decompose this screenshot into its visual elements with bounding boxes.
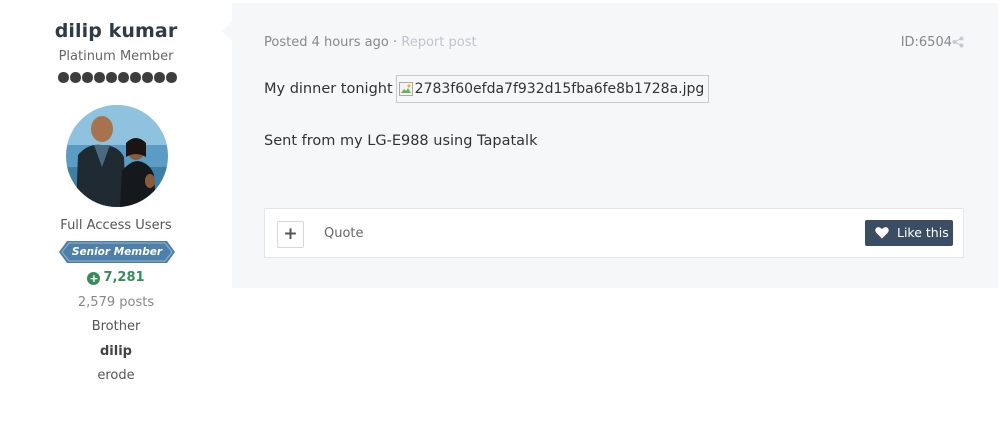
rank-pip: [118, 72, 129, 83]
avatar[interactable]: [66, 105, 168, 207]
posted-time[interactable]: Posted 4 hours ago: [264, 35, 389, 50]
plus-circle-icon: +: [87, 272, 101, 285]
rank-pip: [130, 72, 141, 83]
rank-pip: [82, 72, 93, 83]
rank-pip: [70, 72, 81, 83]
reputation-count[interactable]: +7,281: [0, 270, 232, 285]
rank-badge-label: Senior Member: [71, 246, 163, 258]
post-id[interactable]: ID:6504: [901, 35, 952, 50]
like-button-label: Like this: [897, 225, 949, 240]
post-count: 2,579 posts: [77, 295, 155, 310]
rank-badge: Senior Member: [59, 241, 175, 263]
rank-pip: [142, 72, 153, 83]
post-meta: Posted 4 hours ago · Report post: [264, 35, 477, 50]
profile-field-2: dilip: [100, 344, 132, 359]
quote-button[interactable]: Quote: [324, 226, 364, 241]
author-name[interactable]: dilip kumar: [0, 20, 232, 42]
author-panel: dilip kumar Platinum Member Full Access: [0, 0, 232, 421]
reputation-value: 7,281: [103, 270, 145, 285]
post-body-line-1: My dinner tonight 2783f60efda7f932d15fba…: [264, 75, 710, 103]
multiquote-button[interactable]: +: [277, 221, 304, 248]
rank-pips: [58, 72, 178, 86]
profile-field-1: Brother: [91, 319, 141, 334]
share-icon[interactable]: [952, 36, 964, 48]
rank-pip: [94, 72, 105, 83]
heart-icon: [875, 227, 889, 239]
rank-pip: [154, 72, 165, 83]
like-button[interactable]: Like this: [865, 220, 953, 246]
rank-pip: [106, 72, 117, 83]
profile-field-3: erode: [97, 368, 135, 383]
rank-pip: [166, 72, 177, 83]
post-pointer: [222, 21, 232, 41]
broken-image-icon: [398, 82, 413, 96]
post-body: My dinner tonight 2783f60efda7f932d15fba…: [264, 75, 710, 149]
post-text-1: My dinner tonight: [264, 81, 393, 97]
meta-separator: ·: [392, 35, 398, 50]
attached-image-name: 2783f60efda7f932d15fba6fe8b1728a.jpg: [414, 81, 705, 97]
post-text-2: Sent from my LG-E988 using Tapatalk: [264, 133, 538, 149]
member-title: Platinum Member: [58, 49, 174, 64]
user-group: Full Access Users: [60, 218, 172, 233]
post-container: Posted 4 hours ago · Report post ID:6504…: [222, 3, 998, 288]
post-controls: + Quote Like this: [264, 208, 964, 258]
rank-pip: [58, 72, 69, 83]
report-post-link[interactable]: Report post: [401, 35, 476, 50]
attached-image[interactable]: 2783f60efda7f932d15fba6fe8b1728a.jpg: [395, 75, 710, 103]
